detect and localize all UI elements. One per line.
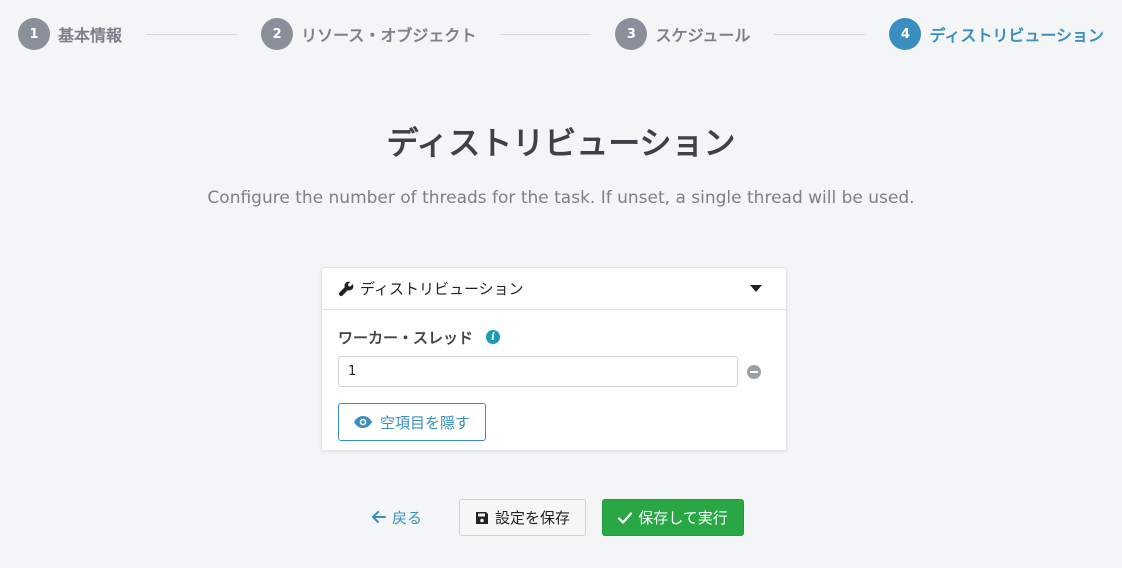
step-connector: [774, 33, 866, 35]
field-label-row: ワーカー・スレッド i: [338, 326, 770, 348]
hide-empty-label: 空項目を隠す: [379, 413, 470, 432]
card-body: ワーカー・スレッド i 空項目を隠す: [322, 310, 786, 441]
check-icon: [618, 511, 633, 524]
hide-empty-button[interactable]: 空項目を隠す: [338, 403, 486, 441]
page-description: Configure the number of threads for the …: [207, 188, 915, 208]
step-number: 4: [889, 18, 922, 50]
save-and-run-button[interactable]: 保存して実行: [602, 499, 744, 536]
save-settings-label: 設定を保存: [494, 510, 570, 527]
minus-circle-icon[interactable]: [747, 364, 761, 379]
step-connector: [146, 33, 238, 35]
step-label: ディストリビューション: [929, 26, 1104, 45]
step-resource-object[interactable]: 2 リソース・オブジェクト: [261, 18, 476, 50]
step-connector: [500, 33, 592, 35]
step-distribution[interactable]: 4 ディストリビューション: [889, 18, 1104, 50]
caret-down-icon[interactable]: [750, 285, 762, 292]
save-settings-button[interactable]: 設定を保存: [459, 499, 586, 536]
back-link[interactable]: 戻る: [372, 499, 422, 535]
save-and-run-label: 保存して実行: [638, 510, 728, 527]
card-header-title: ディストリビューション: [360, 280, 524, 298]
wrench-icon: [338, 280, 356, 298]
step-label: スケジュール: [655, 26, 751, 45]
floppy-disk-icon: [475, 511, 489, 525]
back-label: 戻る: [392, 508, 423, 527]
eye-icon: [353, 416, 372, 428]
worker-threads-input[interactable]: [338, 356, 738, 387]
step-basic-info[interactable]: 1 基本情報: [18, 18, 122, 50]
step-label: リソース・オブジェクト: [301, 26, 477, 45]
wizard-stepper: 1 基本情報 2 リソース・オブジェクト 3 スケジュール 4 ディストリビュー…: [18, 18, 1104, 50]
input-row: [338, 356, 770, 387]
distribution-card: ディストリビューション ワーカー・スレッド i 空項目を隠す: [321, 267, 787, 451]
step-number: 3: [615, 18, 648, 50]
info-icon[interactable]: i: [486, 330, 501, 344]
worker-threads-label: ワーカー・スレッド: [338, 328, 474, 347]
page-title: ディストリビューション: [386, 124, 736, 162]
arrow-left-icon: [372, 508, 386, 527]
step-number: 2: [261, 18, 294, 50]
step-number: 1: [18, 18, 50, 50]
step-label: 基本情報: [58, 26, 123, 45]
card-header-toggle[interactable]: ディストリビューション: [322, 268, 786, 310]
step-schedule[interactable]: 3 スケジュール: [615, 18, 750, 50]
